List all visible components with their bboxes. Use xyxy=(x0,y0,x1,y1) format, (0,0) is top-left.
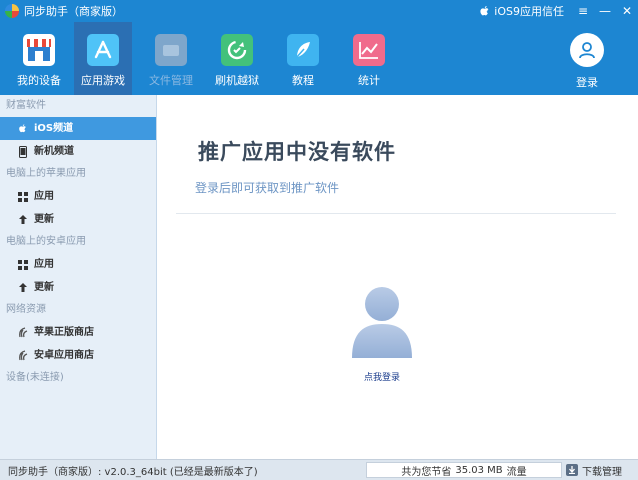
sidebar-item-label: 苹果正版商店 xyxy=(34,327,94,338)
divider xyxy=(176,213,616,214)
tool-statistics[interactable]: 统计 xyxy=(340,22,398,95)
apple-icon xyxy=(18,123,28,135)
sidebar-item-label: 应用 xyxy=(34,259,54,270)
refresh-icon xyxy=(221,34,253,66)
sidebar: 财富软件 iOS频道 新机频道 电脑上的苹果应用 应用 更新 电脑上的安卓应用 … xyxy=(0,95,157,459)
tool-my-device[interactable]: 我的设备 xyxy=(10,22,68,95)
tool-label: 统计 xyxy=(358,74,380,87)
main-toolbar: 我的设备 应用游戏 文件管理 刷机越狱 教程 统计 登录 xyxy=(0,22,638,95)
avatar-placeholder-icon[interactable] xyxy=(350,284,414,360)
sidebar-item-apple-apps[interactable]: 应用 xyxy=(0,185,156,208)
sidebar-item-label: 更新 xyxy=(34,282,54,293)
sidebar-item-android-updates[interactable]: 更新 xyxy=(0,276,156,299)
store-icon xyxy=(23,34,55,66)
ios9-trust-button[interactable]: iOS9应用信任 xyxy=(479,3,564,19)
version-text: 同步助手（商家版）: v2.0.3_64bit (已经是最新版本了) xyxy=(8,466,258,478)
saved-suffix: 流量 xyxy=(506,466,527,478)
sidebar-item-ios-channel[interactable]: iOS频道 xyxy=(0,117,156,140)
tool-label: 我的设备 xyxy=(17,74,61,87)
saved-prefix: 共为您节省 xyxy=(401,466,452,478)
download-label: 下载管理 xyxy=(582,466,622,478)
trust-label: iOS9应用信任 xyxy=(494,5,564,18)
sidebar-item-label: 更新 xyxy=(34,214,54,225)
user-icon xyxy=(570,33,604,67)
store-mark-icon xyxy=(18,327,28,339)
tool-label: 应用游戏 xyxy=(81,74,125,87)
store-mark-icon xyxy=(18,350,28,362)
sidebar-section-title: 电脑上的苹果应用 xyxy=(6,168,86,179)
app-store-icon xyxy=(87,34,119,66)
grid-icon xyxy=(18,259,28,271)
sidebar-item-new-device-channel[interactable]: 新机频道 xyxy=(0,140,156,163)
tool-tutorial[interactable]: 教程 xyxy=(274,22,332,95)
apple-icon xyxy=(480,6,489,16)
traffic-saved-box: 共为您节省 35.03 MB 流量 xyxy=(366,462,562,478)
sidebar-item-label: 安卓应用商店 xyxy=(34,350,94,361)
sidebar-section-title: 财富软件 xyxy=(6,100,46,111)
tool-flash-jailbreak[interactable]: 刷机越狱 xyxy=(208,22,266,95)
menu-button[interactable]: ≡ xyxy=(572,0,594,22)
tool-file-manager[interactable]: 文件管理 xyxy=(142,22,200,95)
status-bar: 同步助手（商家版）: v2.0.3_64bit (已经是最新版本了) 共为您节省… xyxy=(0,459,638,480)
chart-icon xyxy=(353,34,385,66)
sidebar-item-apple-updates[interactable]: 更新 xyxy=(0,208,156,231)
feather-icon xyxy=(287,34,319,66)
window-title: 同步助手（商家版） xyxy=(24,5,123,18)
minimize-button[interactable]: — xyxy=(594,0,616,22)
close-button[interactable]: ✕ xyxy=(616,0,638,22)
sidebar-section-title: 网络资源 xyxy=(6,304,46,315)
sidebar-item-label: 新机频道 xyxy=(34,146,74,157)
folder-icon xyxy=(155,34,187,66)
title-bar: 同步助手（商家版） iOS9应用信任 ≡ — ✕ xyxy=(0,0,638,22)
sidebar-item-label: 应用 xyxy=(34,191,54,202)
login-button[interactable]: 登录 xyxy=(564,22,610,95)
login-label: 登录 xyxy=(576,76,598,89)
page-title: 推广应用中没有软件 xyxy=(198,140,396,164)
saved-value: 35.03 MB xyxy=(455,464,503,476)
sidebar-section-title: 电脑上的安卓应用 xyxy=(6,236,86,247)
sidebar-item-label: iOS频道 xyxy=(34,123,74,134)
tool-label: 刷机越狱 xyxy=(215,74,259,87)
click-login-link[interactable]: 点我登录 xyxy=(344,370,420,383)
sidebar-item-android-store[interactable]: 安卓应用商店 xyxy=(0,344,156,367)
download-icon xyxy=(566,464,578,476)
download-manager-button[interactable]: 下载管理 xyxy=(566,462,622,478)
phone-icon xyxy=(18,145,28,158)
page-subtitle: 登录后即可获取到推广软件 xyxy=(195,181,340,195)
tool-apps-games[interactable]: 应用游戏 xyxy=(74,22,132,95)
tool-label: 文件管理 xyxy=(149,74,193,87)
upload-icon xyxy=(18,282,28,294)
tool-label: 教程 xyxy=(292,74,314,87)
main-content: 推广应用中没有软件 登录后即可获取到推广软件 点我登录 xyxy=(158,95,638,459)
sidebar-item-android-apps[interactable]: 应用 xyxy=(0,253,156,276)
app-logo-icon xyxy=(5,4,19,18)
sidebar-section-device[interactable]: 设备(未连接) xyxy=(0,367,156,389)
sidebar-item-apple-store[interactable]: 苹果正版商店 xyxy=(0,321,156,344)
upload-icon xyxy=(18,214,28,226)
grid-icon xyxy=(18,191,28,203)
